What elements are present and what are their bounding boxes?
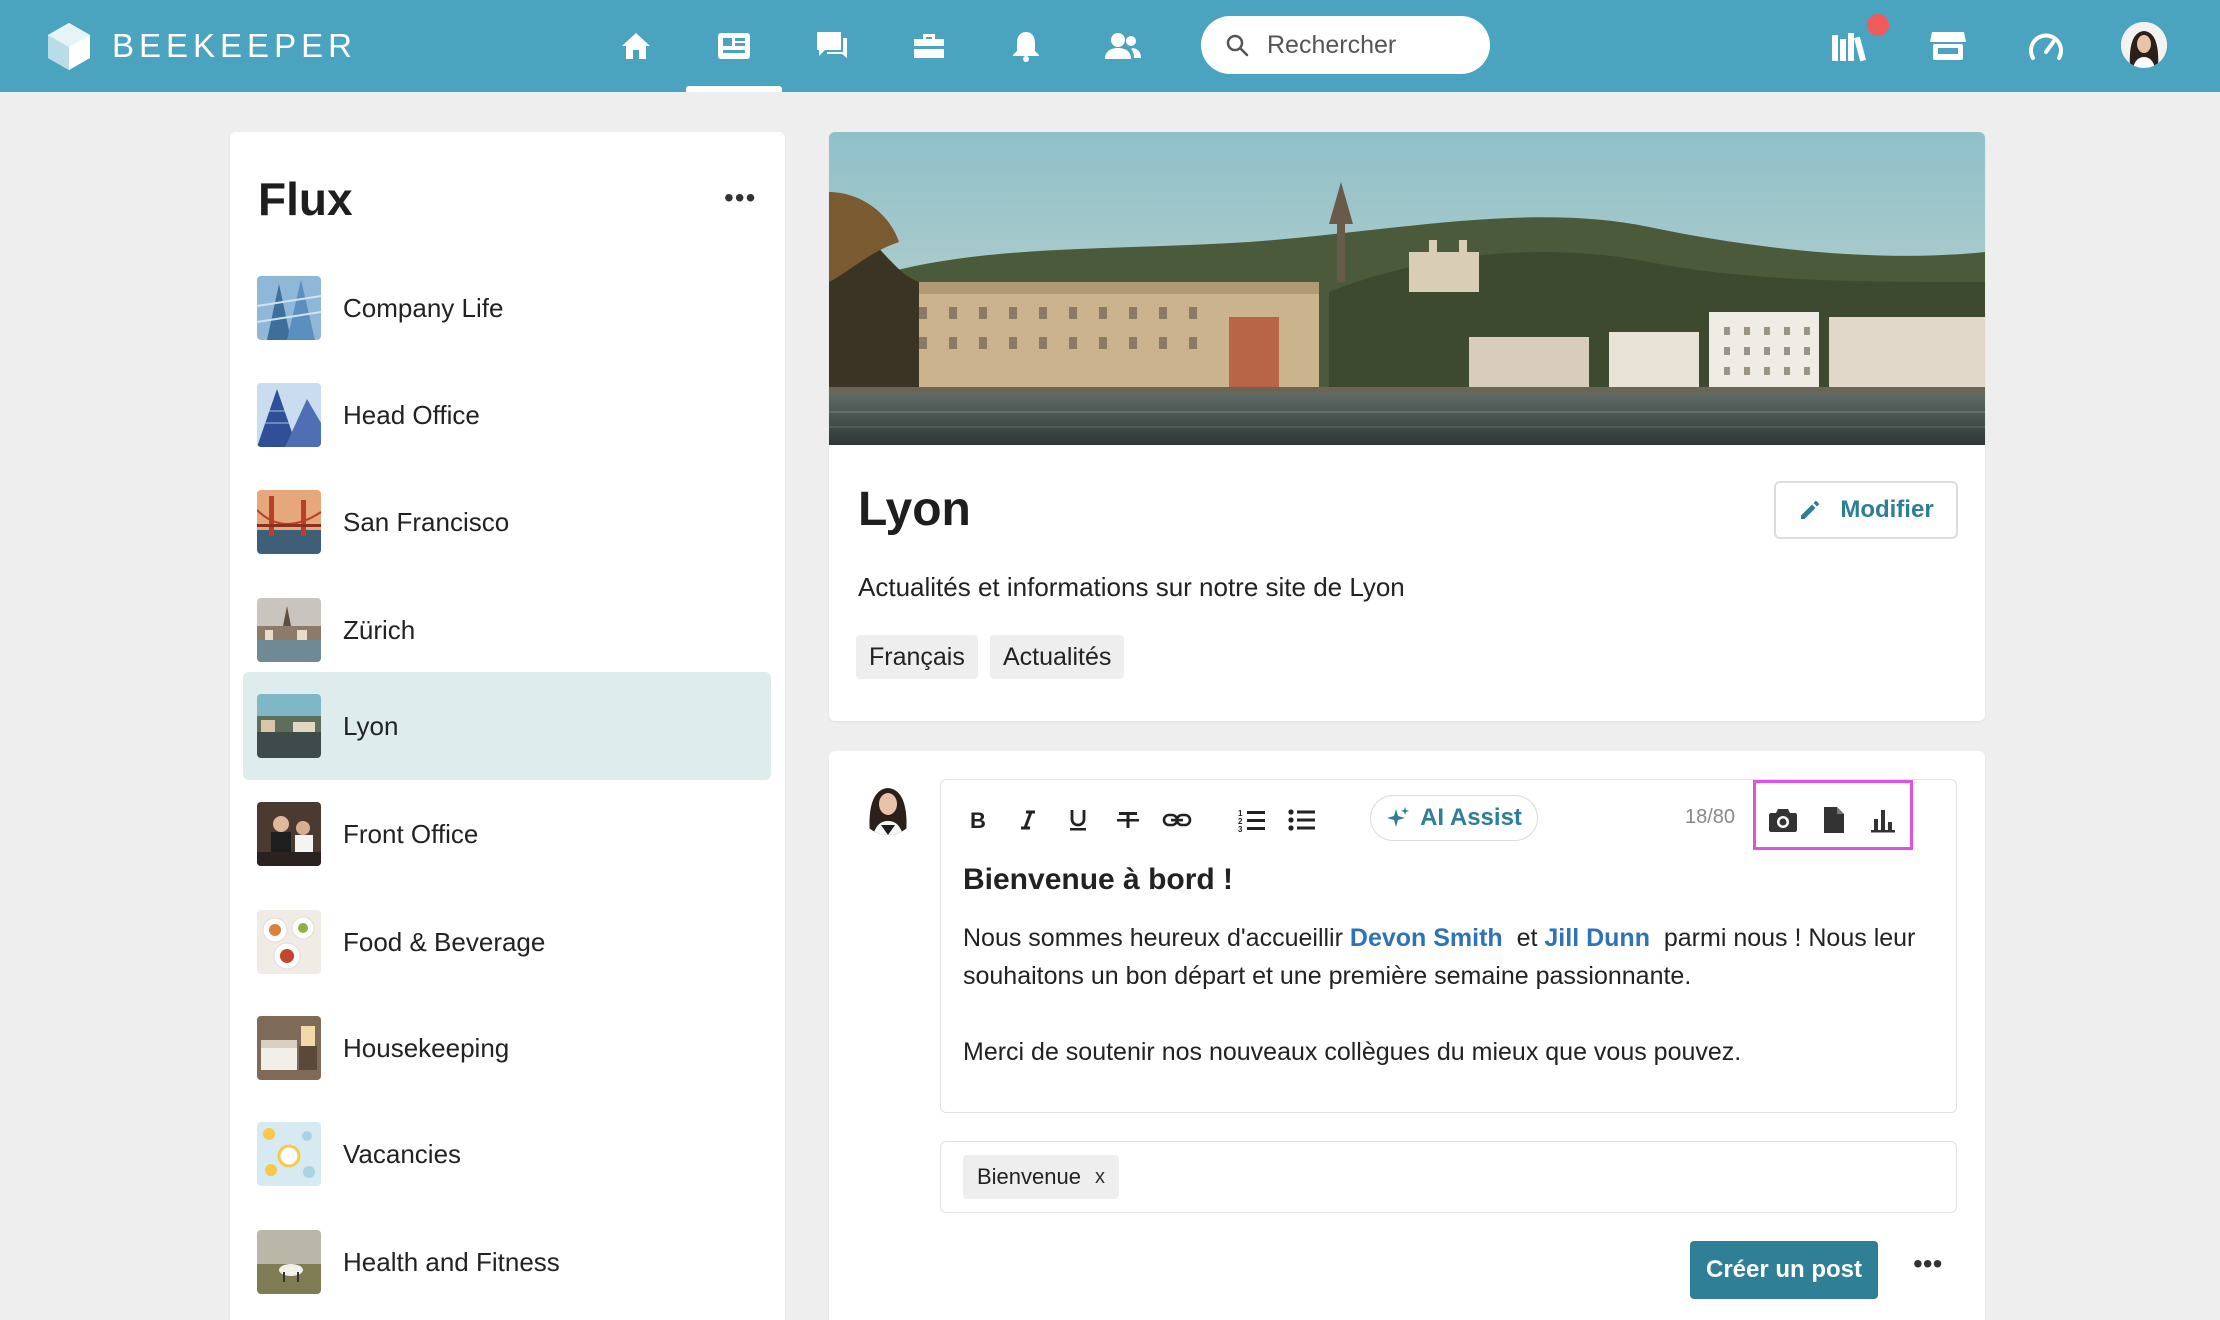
create-post-button[interactable]: Créer un post: [1690, 1241, 1878, 1299]
stream-thumbnail: [257, 276, 321, 340]
stream-label: Food & Beverage: [343, 926, 546, 957]
edit-button-label: Modifier: [1840, 496, 1934, 523]
file-icon[interactable]: [1814, 800, 1854, 840]
numbered-list-icon[interactable]: 123: [1232, 800, 1272, 840]
stream-thumbnail: [257, 910, 321, 974]
stream-label: Head Office: [343, 399, 480, 430]
stream-thumbnail: [257, 383, 321, 447]
user-mention[interactable]: Jill Dunn: [1544, 924, 1650, 952]
stream-item-housekeeping[interactable]: Housekeeping: [243, 994, 771, 1102]
stream-item-zurich[interactable]: Zürich: [243, 576, 771, 684]
stream-thumbnail: [257, 598, 321, 662]
stream-thumbnail: [257, 490, 321, 554]
home-icon[interactable]: [612, 22, 660, 70]
more-options-icon[interactable]: •••: [724, 182, 756, 214]
beekeeper-logo-icon: [48, 23, 90, 70]
stream-item-company-life[interactable]: Company Life: [243, 254, 771, 362]
search-icon: [1226, 34, 1249, 57]
stream-thumbnail: [257, 694, 321, 758]
link-icon[interactable]: [1157, 800, 1197, 840]
stream-item-food-beverage[interactable]: Food & Beverage: [243, 888, 771, 996]
stream-label: San Francisco: [343, 506, 510, 537]
stream-thumbnail: [257, 1016, 321, 1080]
sparkle-icon: [1387, 807, 1410, 827]
stream-label: Zürich: [343, 614, 416, 645]
channel-banner-image: [829, 132, 1985, 445]
post-tags-input[interactable]: Bienvenue x: [940, 1141, 1957, 1213]
stream-thumbnail: [257, 802, 321, 866]
channel-tag: Actualités: [990, 635, 1125, 679]
post-paragraph: Nous sommes heureux d'accueillir Devon S…: [963, 919, 1943, 995]
newsfeed-icon[interactable]: [710, 22, 758, 70]
stream-item-health-fitness[interactable]: Health and Fitness: [243, 1208, 771, 1316]
ai-assist-button[interactable]: AI Assist: [1370, 795, 1538, 841]
stream-label: Company Life: [343, 292, 504, 323]
stream-label: Housekeeping: [343, 1032, 510, 1063]
svg-text:3: 3: [1238, 825, 1243, 832]
app-logo[interactable]: BEEKEEPER: [46, 20, 357, 72]
panel-title: Flux: [258, 173, 353, 225]
stream-item-lyon[interactable]: Lyon: [243, 672, 771, 780]
top-navigation-bar: BEEKEEPER: [0, 0, 2220, 92]
stream-thumbnail: [257, 1230, 321, 1294]
underline-icon[interactable]: [1058, 800, 1098, 840]
svg-text:B: B: [970, 809, 986, 831]
toolbox-icon[interactable]: [905, 22, 953, 70]
bullet-list-icon[interactable]: [1282, 800, 1322, 840]
post-paragraph: Merci de soutenir nos nouveaux collègues…: [963, 1038, 1742, 1066]
post-composer-card: B 123 AI Assist 18/80 Bienvenue à bord !…: [829, 751, 1985, 1320]
edit-channel-button[interactable]: Modifier: [1774, 481, 1958, 539]
strikethrough-icon[interactable]: [1108, 800, 1148, 840]
dashboard-icon[interactable]: [2022, 22, 2070, 70]
brand-name: BEEKEEPER: [112, 27, 357, 64]
active-tab-indicator: [686, 86, 782, 92]
more-options-icon[interactable]: •••: [1913, 1248, 1942, 1280]
chat-icon[interactable]: [808, 22, 856, 70]
search-input[interactable]: [1267, 30, 1467, 60]
bold-icon[interactable]: B: [958, 800, 998, 840]
stream-label: Lyon: [343, 710, 399, 741]
author-avatar: [859, 777, 917, 835]
stream-item-front-office[interactable]: Front Office: [243, 780, 771, 888]
channel-description: Actualités et informations sur notre sit…: [858, 572, 1405, 602]
stream-label: Vacancies: [343, 1138, 462, 1169]
stream-label: Front Office: [343, 818, 479, 849]
notification-badge: [1867, 14, 1889, 36]
remove-tag-button[interactable]: x: [1095, 1166, 1105, 1189]
tag-label: Bienvenue: [977, 1164, 1081, 1189]
post-body: Nous sommes heureux d'accueillir Devon S…: [963, 919, 1943, 1071]
body-text: et: [1516, 924, 1538, 952]
bell-icon[interactable]: [1002, 22, 1050, 70]
stream-thumbnail: [257, 1122, 321, 1186]
people-icon[interactable]: [1099, 22, 1147, 70]
channel-header-card: Lyon Modifier Actualités et informations…: [829, 132, 1985, 721]
channel-title: Lyon: [858, 483, 971, 536]
channel-tag: Français: [856, 635, 978, 679]
poll-chart-icon[interactable]: [1863, 800, 1903, 840]
post-editor[interactable]: B 123 AI Assist 18/80 Bienvenue à bord !…: [940, 779, 1957, 1113]
stream-label: Health and Fitness: [343, 1246, 560, 1277]
library-icon[interactable]: [1826, 22, 1874, 70]
stream-item-vacancies[interactable]: Vacancies: [243, 1100, 771, 1208]
streams-panel: Flux ••• Company Life Head Office San Fr…: [230, 132, 785, 1320]
post-tag-chip: Bienvenue x: [963, 1155, 1119, 1199]
post-title: Bienvenue à bord !: [963, 863, 1234, 896]
user-mention[interactable]: Devon Smith: [1350, 924, 1503, 952]
character-counter: 18/80: [1685, 806, 1736, 828]
pencil-icon: [1801, 501, 1820, 519]
stream-item-san-francisco[interactable]: San Francisco: [243, 468, 771, 576]
search-bar[interactable]: [1201, 16, 1490, 74]
body-text: Nous sommes heureux d'accueillir: [963, 924, 1343, 952]
stream-item-head-office[interactable]: Head Office: [243, 361, 771, 469]
marketplace-icon[interactable]: [1924, 22, 1972, 70]
italic-icon[interactable]: [1008, 800, 1048, 840]
camera-icon[interactable]: [1763, 800, 1803, 840]
user-avatar[interactable]: [2121, 22, 2167, 68]
ai-assist-label: AI Assist: [1420, 804, 1522, 831]
